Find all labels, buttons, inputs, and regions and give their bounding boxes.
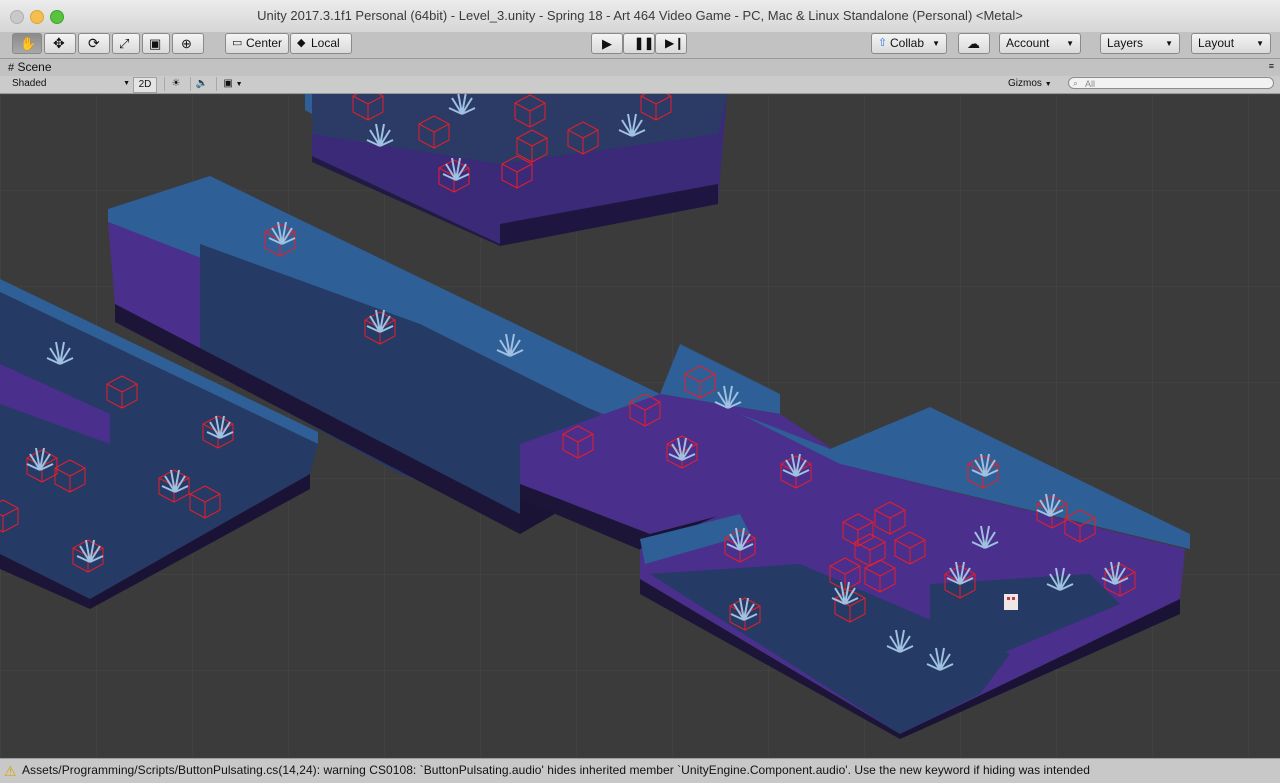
cube-icon: ◆ bbox=[297, 37, 306, 49]
console-message: Assets/Programming/Scripts/ButtonPulsati… bbox=[22, 763, 1090, 777]
move-icon: ✥ bbox=[53, 35, 65, 51]
chevron-down-icon: ▼ bbox=[1256, 39, 1264, 48]
grid-icon: # bbox=[8, 62, 15, 74]
step-icon: ▶❙ bbox=[665, 36, 685, 50]
pivot-icon: ▭ bbox=[232, 37, 243, 49]
chevron-down-icon: ▼ bbox=[235, 81, 243, 88]
scene-tab-bar: # Scene ≡ bbox=[0, 59, 1280, 77]
rect-icon: ▣ bbox=[149, 36, 162, 51]
rotate-icon: ⟳ bbox=[88, 35, 100, 51]
chevron-down-icon: ▼ bbox=[1044, 81, 1052, 88]
chevron-down-icon: ▼ bbox=[932, 39, 940, 48]
pause-icon: ❚❚ bbox=[634, 36, 655, 50]
cloud-icon: ☁ bbox=[967, 36, 980, 51]
scale-tool-button[interactable]: ⤢ bbox=[112, 33, 140, 54]
hand-tool-button[interactable]: ✋ bbox=[12, 33, 42, 54]
audio-toggle[interactable]: 🔈 bbox=[190, 77, 213, 91]
warning-icon: ⚠ bbox=[4, 763, 17, 779]
window-title-bar: Unity 2017.3.1f1 Personal (64bit) - Leve… bbox=[0, 0, 1280, 33]
step-button[interactable]: ▶❙ bbox=[655, 33, 687, 54]
collab-icon: ⇧ bbox=[878, 37, 888, 49]
chevron-down-icon: ▼ bbox=[1165, 39, 1173, 48]
scene-options-bar: Shaded ▼ 2D ☀ 🔈 ▣ ▼ Gizmos ▼ ⌕ All bbox=[0, 76, 1280, 94]
sun-icon: ☀ bbox=[171, 78, 181, 89]
player-sprite[interactable] bbox=[1004, 594, 1018, 610]
cloud-button[interactable]: ☁ bbox=[958, 33, 990, 54]
rotate-tool-button[interactable]: ⟳ bbox=[78, 33, 110, 54]
scene-canvas[interactable] bbox=[0, 94, 1280, 758]
transform-icon: ⊕ bbox=[181, 36, 192, 51]
main-toolbar: ✋ ✥ ⟳ ⤢ ▣ ⊕ ▭ Center ◆ Local ▶ ❚❚ ▶❙ ⇧ C… bbox=[0, 32, 1280, 59]
transform-tool-button[interactable]: ⊕ bbox=[172, 33, 204, 54]
layout-dropdown[interactable]: Layout ▼ bbox=[1191, 33, 1271, 54]
play-icon: ▶ bbox=[602, 36, 612, 51]
tab-scene[interactable]: # Scene bbox=[8, 59, 52, 76]
window-title: Unity 2017.3.1f1 Personal (64bit) - Leve… bbox=[257, 8, 1023, 23]
scale-icon: ⤢ bbox=[119, 36, 130, 51]
search-icon: ⌕ bbox=[1073, 78, 1079, 88]
rect-tool-button[interactable]: ▣ bbox=[142, 33, 170, 54]
layers-dropdown[interactable]: Layers ▼ bbox=[1100, 33, 1180, 54]
lighting-toggle[interactable]: ☀ bbox=[164, 77, 187, 91]
pivot-center-button[interactable]: ▭ Center bbox=[225, 33, 289, 54]
shading-mode-dropdown[interactable]: Shaded ▼ bbox=[6, 77, 132, 91]
pause-button[interactable]: ❚❚ bbox=[623, 33, 655, 54]
hand-icon: ✋ bbox=[20, 36, 37, 51]
effects-dropdown[interactable]: ▣ ▼ bbox=[216, 77, 249, 91]
console-status-bar[interactable]: ⚠ Assets/Programming/Scripts/ButtonPulsa… bbox=[0, 758, 1280, 783]
scene-search-input[interactable]: ⌕ All bbox=[1068, 77, 1274, 89]
chevron-down-icon: ▼ bbox=[123, 80, 130, 87]
account-dropdown[interactable]: Account ▼ bbox=[999, 33, 1081, 54]
image-icon: ▣ bbox=[223, 78, 233, 89]
space-local-button[interactable]: ◆ Local bbox=[290, 33, 352, 54]
scene-viewport[interactable] bbox=[0, 94, 1280, 758]
move-tool-button[interactable]: ✥ bbox=[44, 33, 76, 54]
panel-menu-icon[interactable]: ≡ bbox=[1269, 61, 1274, 71]
gizmos-dropdown[interactable]: Gizmos ▼ bbox=[1008, 77, 1052, 91]
collab-dropdown[interactable]: ⇧ Collab ▼ bbox=[871, 33, 947, 54]
speaker-icon: 🔈 bbox=[195, 78, 209, 89]
chevron-down-icon: ▼ bbox=[1066, 39, 1074, 48]
play-button[interactable]: ▶ bbox=[591, 33, 623, 54]
mode-2d-toggle[interactable]: 2D bbox=[133, 77, 157, 93]
